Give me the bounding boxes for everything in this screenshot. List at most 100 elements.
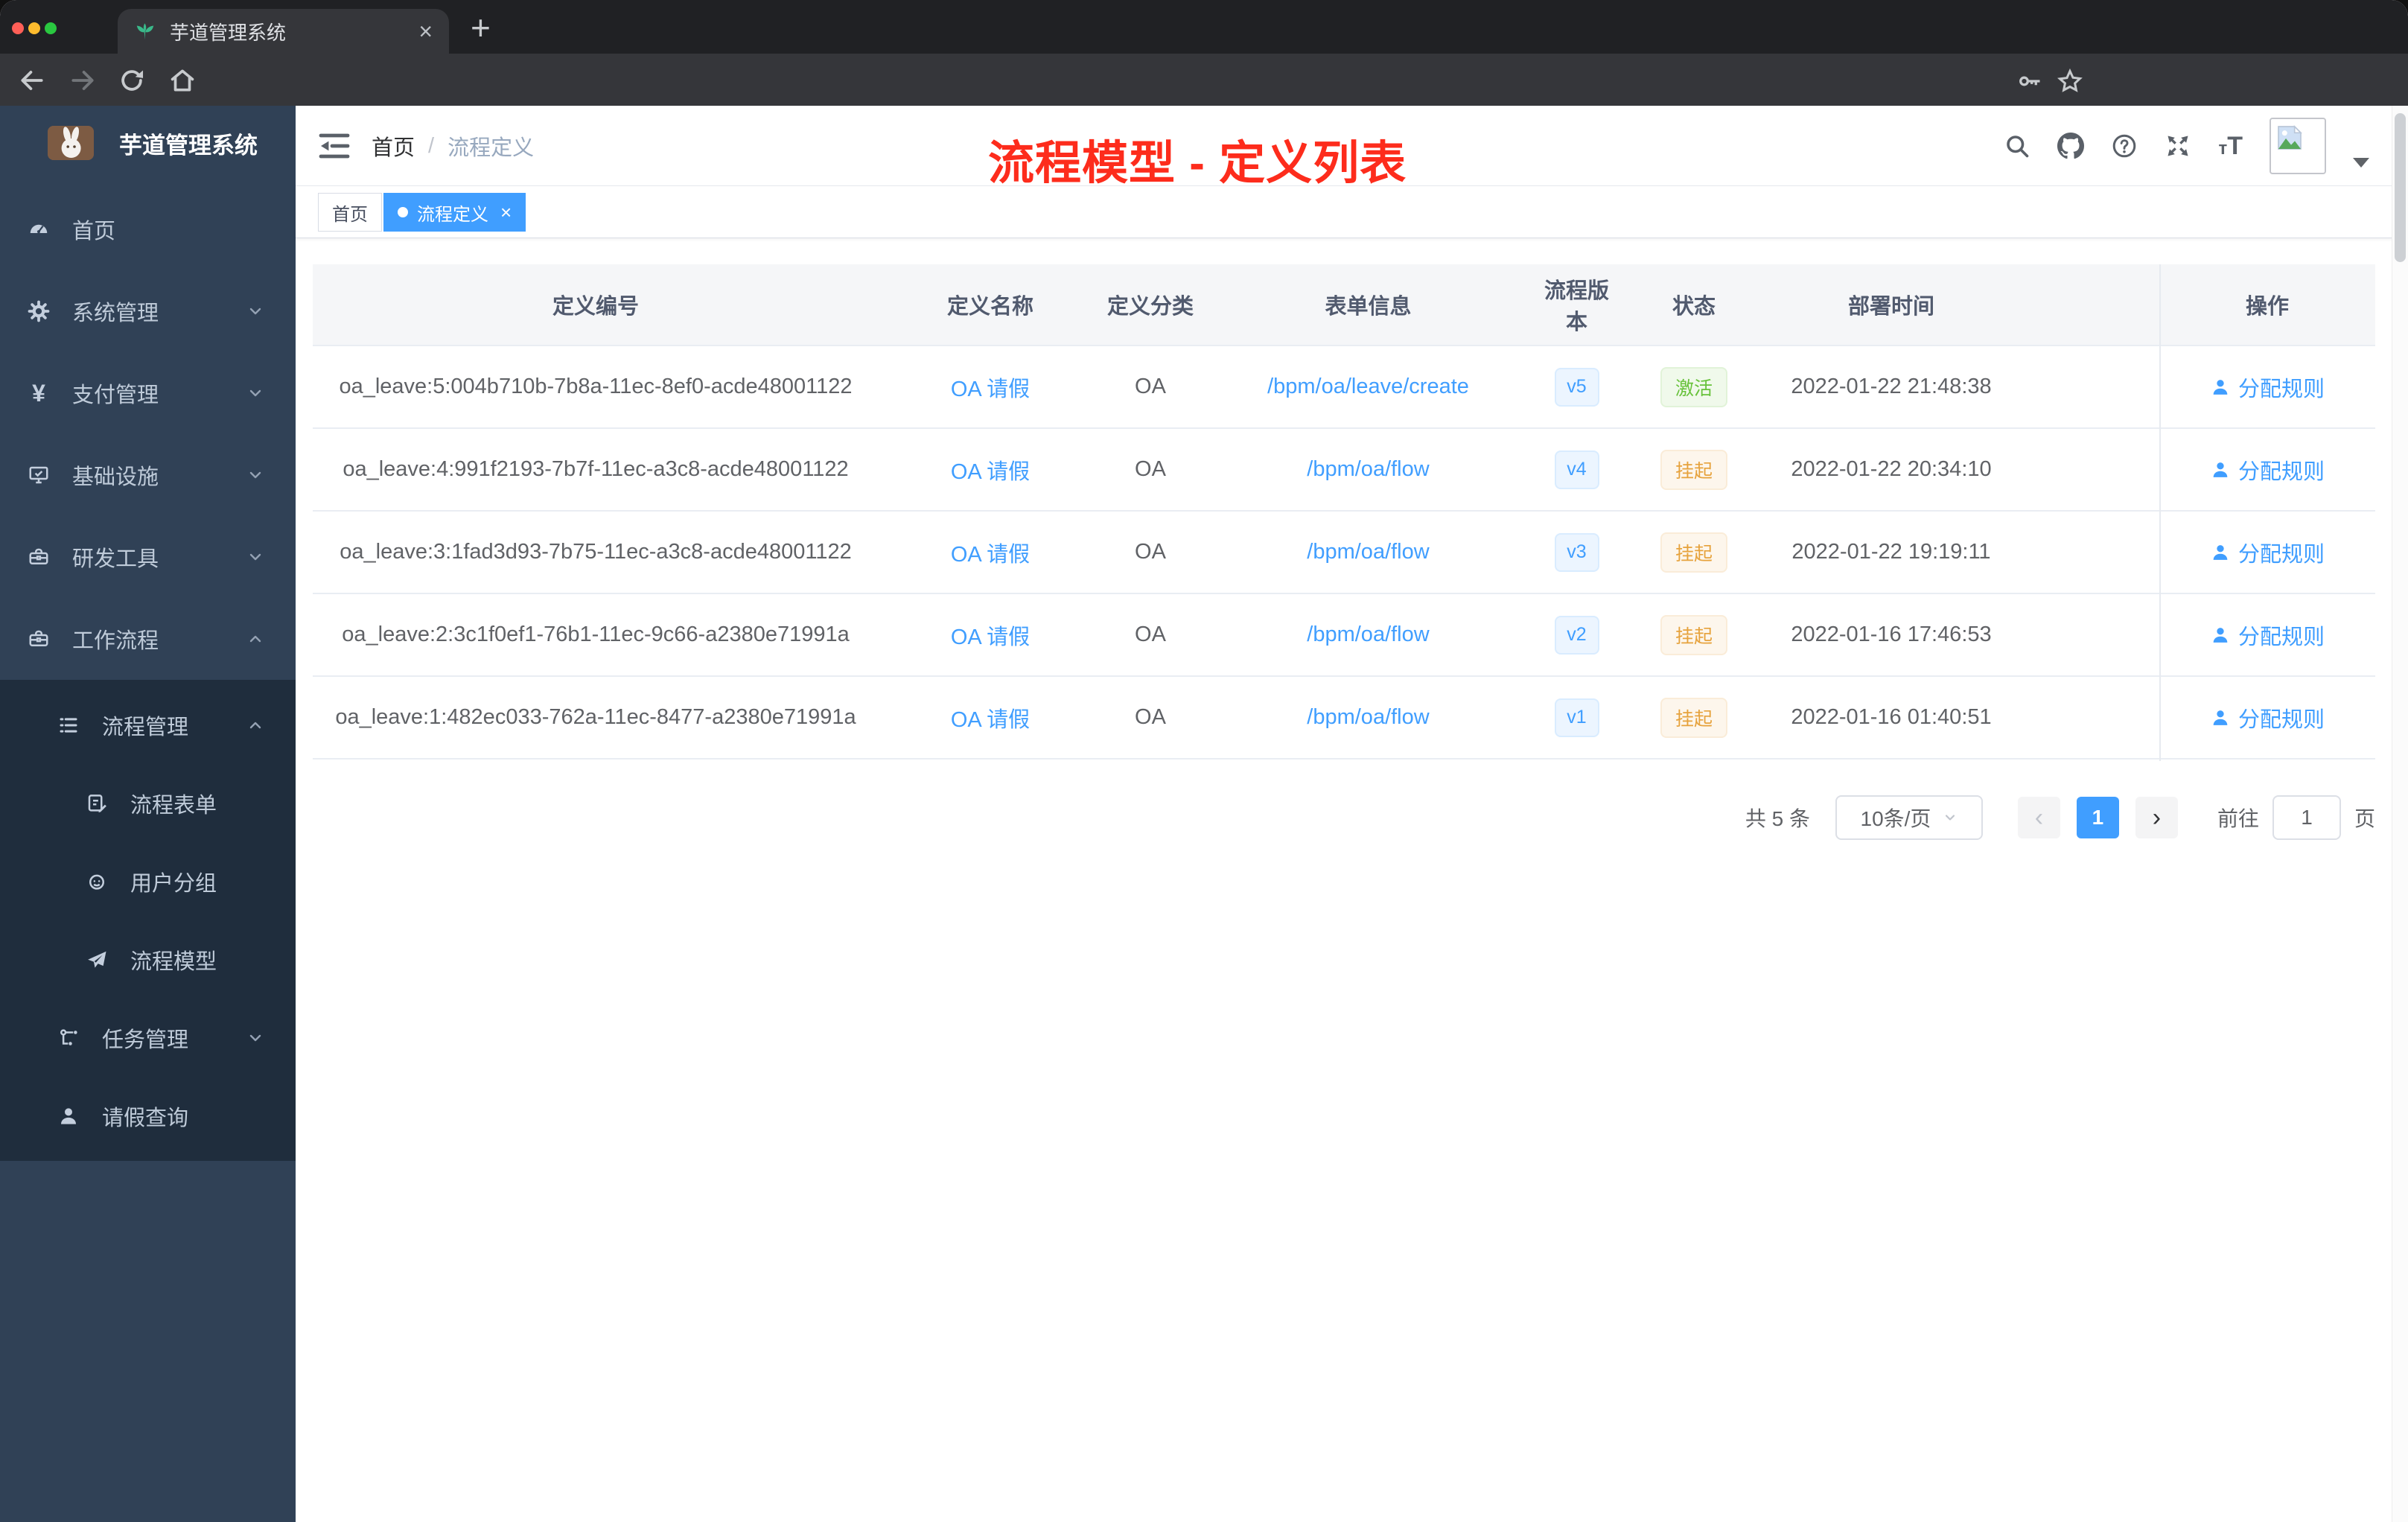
chevron-down-icon [246,384,264,402]
sidebar-item-process-model[interactable]: 流程模型 [0,920,296,999]
version-badge: v1 [1554,698,1599,737]
sidebar-item-dev-tools[interactable]: 研发工具 [0,516,296,598]
window-close-button[interactable] [12,22,24,34]
sidebar-menu: 首页 系统管理 ¥ 支付管理 基础设施 研发工具 工作流程 流程管理 流程表单 … [0,188,296,1161]
window-minimize-button[interactable] [28,22,40,34]
chevron-down-icon [246,302,264,320]
assign-rule-button[interactable]: 分配规则 [2210,702,2325,733]
forward-icon[interactable] [69,66,97,95]
definition-name-link[interactable]: OA 请假 [951,454,1030,485]
sidebar-item-leave-query[interactable]: 请假查询 [0,1077,296,1155]
new-tab-button[interactable]: + [471,7,491,48]
github-icon[interactable] [2057,133,2085,159]
help-question-icon[interactable] [2111,133,2138,159]
briefcase-icon [28,628,50,650]
user-icon [57,1105,80,1127]
sidebar-item-home[interactable]: 首页 [0,188,296,270]
sidebar-item-task-management[interactable]: 任务管理 [0,999,296,1077]
deployed-at: 2022-01-22 21:48:38 [1791,375,1992,398]
sidebar-logo[interactable]: 芋道管理系统 [0,106,296,180]
sidebar-item-process-management[interactable]: 流程管理 [0,686,296,764]
tags-view-bar: 首页 流程定义 × [296,186,2408,238]
gear-icon [28,300,50,322]
prev-page-button[interactable]: ‹ [2017,797,2060,838]
broken-image-icon [2278,124,2303,150]
browser-tab[interactable]: 芋道管理系统 × [118,9,449,54]
chevron-down-icon [246,548,264,566]
column-header: 部署时间 [1847,295,1934,319]
tag-label: 流程定义 [417,204,488,225]
page-scrollbar[interactable] [2392,106,2408,1522]
list-tree-icon [57,714,80,736]
avatar[interactable] [2270,118,2326,174]
sidebar-item-process-form[interactable]: 流程表单 [0,764,296,842]
page-jumper: 前往 页 [2217,795,2375,840]
column-header: 定义名称 [946,295,1033,319]
paper-plane-icon [86,949,108,971]
column-header: 表单信息 [1325,295,1412,319]
definition-name-link[interactable]: OA 请假 [951,537,1030,568]
assign-rule-button[interactable]: 分配规则 [2210,454,2325,485]
page-number-1[interactable]: 1 [2076,797,2119,838]
reload-icon[interactable] [118,66,146,95]
monitor-icon [28,464,50,486]
search-icon[interactable] [2004,133,2030,159]
sidebar-collapse-icon[interactable] [316,128,352,164]
column-header: 状态 [1672,295,1716,319]
assign-rule-button[interactable]: 分配规则 [2210,537,2325,568]
tag-close-icon[interactable]: × [500,203,512,222]
password-key-icon[interactable] [2016,68,2043,95]
font-size-icon[interactable]: тT [2218,132,2243,161]
app-header: 首页 / 流程定义 流程模型 - 定义列表 тT [296,106,2408,189]
sidebar-item-label: 研发工具 [72,547,159,571]
fullscreen-icon[interactable] [2165,133,2191,159]
assign-rule-button[interactable]: 分配规则 [2210,372,2325,403]
filler-cell [2010,346,2159,427]
bookmark-star-icon[interactable] [2057,68,2083,95]
next-page-button[interactable]: › [2135,797,2178,838]
back-icon[interactable] [18,66,46,95]
sidebar-item-label: 支付管理 [72,383,159,407]
workflow-icon [57,1027,80,1049]
home-icon[interactable] [168,66,197,95]
definition-name-link[interactable]: OA 请假 [951,620,1030,651]
sidebar-item-label: 流程模型 [130,949,217,974]
workflow-submenu: 流程管理 流程表单 用户分组 流程模型 任务管理 请假查询 [0,680,296,1161]
filler-cell [2010,512,2159,593]
scrollbar-thumb[interactable] [2395,113,2406,262]
form-link[interactable]: /bpm/oa/leave/create [1267,375,1469,399]
sidebar-item-payment[interactable]: ¥ 支付管理 [0,352,296,434]
sidebar-item-label: 任务管理 [102,1028,189,1052]
browser-toolbar: 不安全 dashboard.yudao.iocoder.cn/bpm/manag… [0,54,2408,155]
sidebar-item-label: 基础设施 [72,465,159,489]
form-link[interactable]: /bpm/oa/flow [1307,540,1429,564]
chevron-down-icon [246,466,264,484]
form-link[interactable]: /bpm/oa/flow [1307,623,1429,647]
sidebar-item-workflow[interactable]: 工作流程 [0,598,296,680]
page-size-value: 10条/页 [1860,807,1931,830]
definition-name-link[interactable]: OA 请假 [951,702,1030,733]
sidebar-item-label: 首页 [72,220,116,243]
assign-rule-button[interactable]: 分配规则 [2210,620,2325,651]
filler-cell [2010,429,2159,510]
tab-close-icon[interactable]: × [418,19,433,43]
sidebar-item-system[interactable]: 系统管理 [0,270,296,352]
browser-tabstrip: 芋道管理系统 × + [0,0,2408,54]
form-link[interactable]: /bpm/oa/flow [1307,457,1429,482]
group-face-icon [86,870,108,893]
column-header: 流程版本 [1544,279,1609,334]
breadcrumb-home[interactable]: 首页 [372,130,415,162]
form-link[interactable]: /bpm/oa/flow [1307,705,1429,730]
sidebar-item-infrastructure[interactable]: 基础设施 [0,434,296,516]
window-zoom-button[interactable] [45,22,57,34]
avatar-caret-down-icon[interactable] [2353,157,2369,168]
sidebar-item-user-group[interactable]: 用户分组 [0,842,296,920]
tag-home[interactable]: 首页 [318,193,382,232]
definition-id: oa_leave:5:004b710b-7b8a-11ec-8ef0-acde4… [339,375,853,398]
user-icon [2210,542,2231,563]
tag-process-definition[interactable]: 流程定义 × [383,193,526,232]
goto-page-input[interactable] [2272,795,2341,840]
definition-name-link[interactable]: OA 请假 [951,372,1030,403]
table-row: oa_leave:2:3c1f0ef1-76b1-11ec-9c66-a2380… [313,594,2375,677]
page-size-select[interactable]: 10条/页 [1835,795,1983,840]
